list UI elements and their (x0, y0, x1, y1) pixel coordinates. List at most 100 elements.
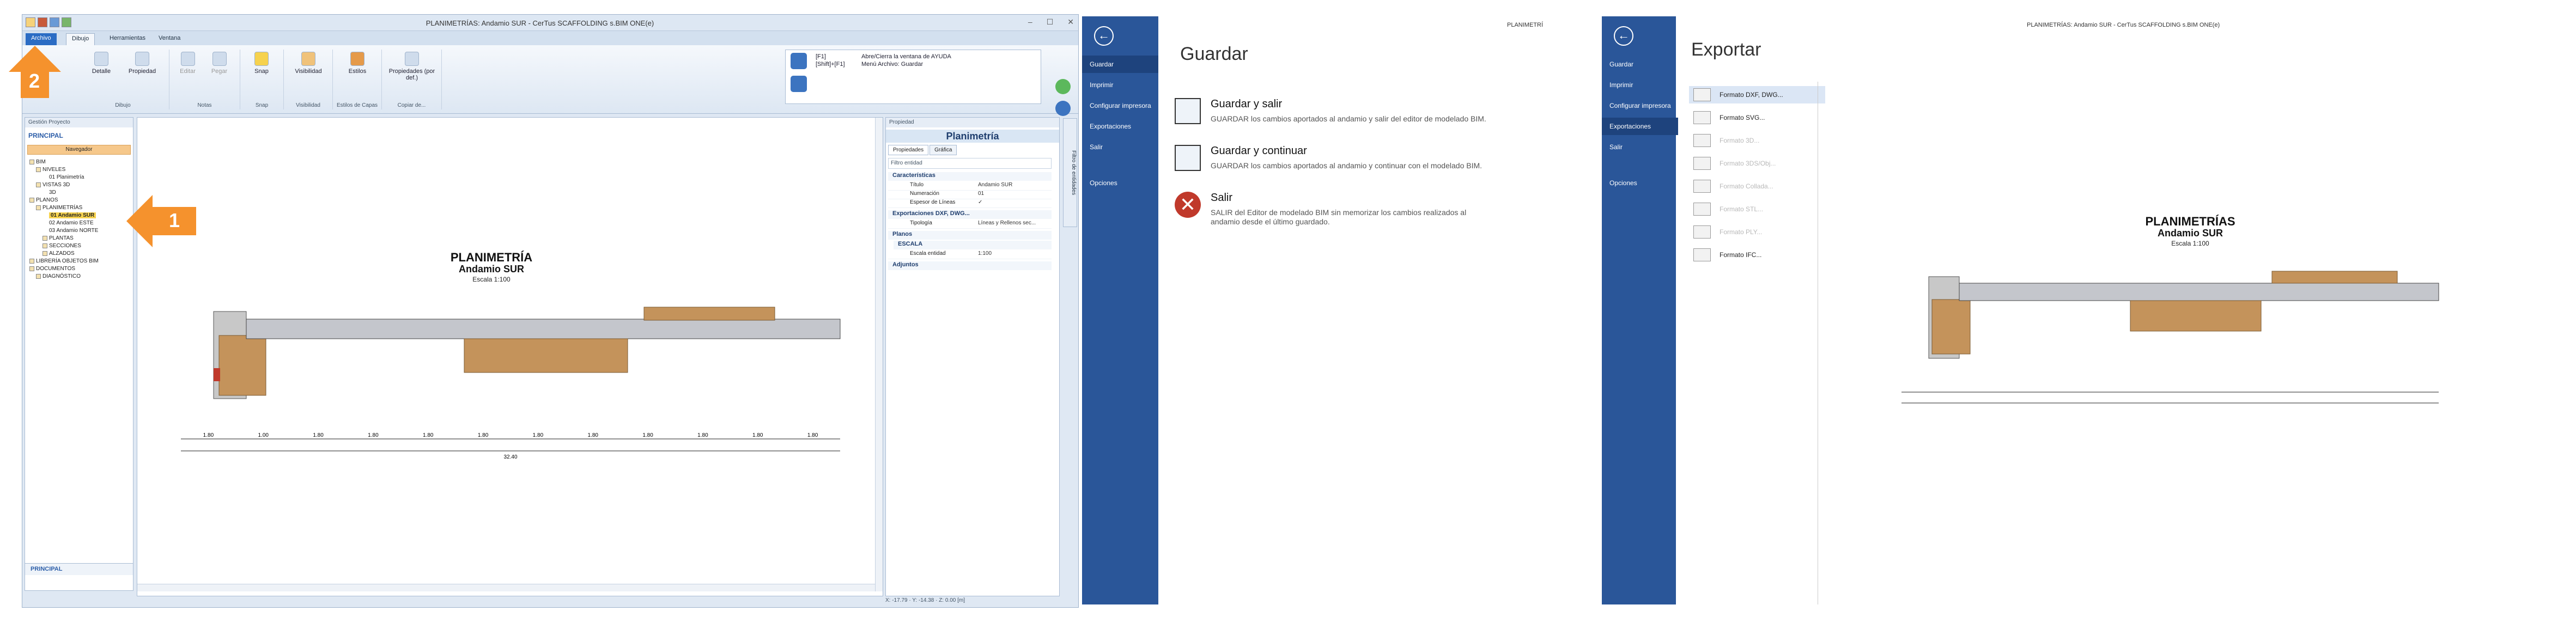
minimize-icon[interactable]: – (1028, 17, 1032, 27)
nav-imprimir[interactable]: Imprimir (1602, 76, 1678, 94)
drawing-canvas[interactable]: PLANIMETRÍA Andamio SUR Escala 1:100 1.8… (137, 117, 883, 596)
prop-row[interactable]: Título Andamio SUR (888, 182, 1052, 191)
filter-side-tab[interactable]: Filtro de entidades (1063, 118, 1077, 227)
format-collada: Formato Collada... (1689, 178, 1825, 195)
section-planos[interactable]: Planos (888, 231, 1052, 240)
nav-guardar[interactable]: Guardar (1082, 56, 1158, 73)
tree-item[interactable]: DOCUMENTOS (29, 266, 75, 272)
horizontal-scrollbar[interactable] (137, 584, 875, 591)
propiedad-button[interactable]: Propiedad (120, 52, 164, 75)
prop-row[interactable]: Numeración 01 (888, 191, 1052, 199)
navigator-button[interactable]: Navegador (27, 145, 131, 155)
nav-configurar-impresora[interactable]: Configurar impresora (1082, 97, 1158, 114)
section-escala[interactable]: ESCALA (894, 241, 1052, 249)
backstage-sidebar: ← Guardar Imprimir Configurar impresora … (1602, 16, 1678, 604)
guardar-y-continuar-option[interactable]: Guardar y continuar GUARDAR los cambios … (1175, 145, 1502, 178)
guardar-y-salir-option[interactable]: Guardar y salir GUARDAR los cambios apor… (1175, 98, 1502, 131)
save-backstage: ← Guardar Imprimir Configurar impresora … (1082, 16, 1589, 604)
tree-item[interactable]: 02 Andamio ESTE (49, 220, 94, 226)
entity-filter-input[interactable]: Filtro entidad (888, 158, 1052, 169)
menu-help-icon[interactable] (791, 76, 807, 92)
section-adjuntos[interactable]: Adjuntos (888, 261, 1052, 270)
open-icon[interactable] (26, 17, 35, 27)
tree-item[interactable]: VISTAS 3D (36, 182, 70, 188)
salir-option[interactable]: ✕ Salir SALIR del Editor de modelado BIM… (1175, 192, 1502, 235)
tree-item[interactable]: PLANTAS (42, 235, 74, 241)
scaffold-drawing: 1.80 1.00 1.80 1.80 1.80 1.80 1.80 1.80 1.80 1.80… (181, 307, 841, 460)
format-dxf-dwg[interactable]: Formato DXF, DWG... (1689, 86, 1825, 103)
preview-scale: Escala 1:100 (2171, 240, 2209, 247)
tree-item[interactable]: LIBRERÍA OBJETOS BIM (29, 258, 99, 264)
back-arrow-icon[interactable]: ← (1614, 26, 1633, 46)
tree-item[interactable]: 03 Andamio NORTE (49, 228, 98, 234)
editar-button[interactable]: Editar (173, 52, 203, 75)
principal-tab[interactable]: PRINCIPAL (25, 563, 133, 575)
visibilidad-button[interactable]: Visibilidad (287, 52, 330, 75)
dimension-label: 1.80 (697, 432, 708, 438)
red-marker (214, 368, 220, 381)
vertical-scrollbar[interactable] (875, 118, 883, 591)
prop-row[interactable]: Escala entidad 1:100 (888, 251, 1052, 259)
tree-item[interactable]: PLANOS (29, 197, 58, 203)
pegar-button[interactable]: Pegar (204, 52, 234, 75)
format-ifc[interactable]: Formato IFC... (1689, 246, 1825, 264)
wood-deck-upper (643, 307, 775, 321)
tree-item[interactable]: BIM (29, 159, 46, 165)
format-3d: Formato 3D... (1689, 132, 1825, 149)
section-caracteristicas[interactable]: Características (888, 172, 1052, 181)
nav-guardar[interactable]: Guardar (1602, 56, 1678, 73)
nav-imprimir[interactable]: Imprimir (1082, 76, 1158, 94)
tab-propiedades[interactable]: Propiedades (888, 145, 929, 155)
styles-icon (350, 52, 364, 66)
3ds-icon (1693, 157, 1711, 170)
menu-herramientas[interactable]: Herramientas (104, 33, 151, 45)
tree-item[interactable]: ALZADOS (42, 251, 75, 256)
dxf-icon (1693, 88, 1711, 101)
walkway (246, 319, 841, 339)
close-icon[interactable]: ✕ (1067, 17, 1074, 27)
section-exportaciones[interactable]: Exportaciones DXF, DWG... (888, 210, 1052, 219)
snap-button[interactable]: Snap (244, 52, 280, 75)
maximize-icon[interactable]: ☐ (1047, 17, 1054, 27)
save-icon[interactable] (38, 17, 47, 27)
tree-item[interactable]: SECCIONES (42, 243, 81, 249)
help-icon[interactable] (791, 53, 807, 69)
nav-configurar-impresora[interactable]: Configurar impresora (1602, 97, 1678, 114)
estilos-button[interactable]: Estilos (336, 52, 379, 75)
validate-icon[interactable] (1055, 79, 1071, 94)
visibility-icon (301, 52, 315, 66)
close-icon: ✕ (1175, 192, 1201, 218)
tree-item[interactable]: 01 Planimetría (49, 174, 84, 180)
window-title: PLANIMETRÍAS: Andamio SUR - CerTus SCAFF… (426, 19, 654, 27)
tab-grafica[interactable]: Gráfica (929, 145, 957, 155)
edit-icon (180, 52, 195, 66)
nav-salir[interactable]: Salir (1602, 138, 1678, 156)
nav-opciones[interactable]: Opciones (1602, 174, 1678, 192)
help-text: Abre/Cierra la ventana de AYUDA Menú Arch… (861, 53, 951, 68)
dimension-ticks: 1.80 1.00 1.80 1.80 1.80 1.80 1.80 1.80 1.80 1.80… (203, 432, 818, 460)
tree-item[interactable]: NIVELES (36, 167, 65, 173)
propiedades-defecto-button[interactable]: Propiedades (por def.) (385, 52, 439, 81)
save-continue-icon (1175, 145, 1201, 171)
question-icon[interactable] (1055, 101, 1071, 116)
nav-exportaciones[interactable]: Exportaciones (1602, 118, 1678, 135)
prop-row[interactable]: Espesor de Líneas ✓ (888, 199, 1052, 208)
prop-row[interactable]: Tipología Líneas y Rellenos sec... (888, 220, 1052, 229)
print-icon[interactable] (50, 17, 59, 27)
nav-exportaciones[interactable]: Exportaciones (1082, 118, 1158, 135)
nav-salir[interactable]: Salir (1082, 138, 1158, 156)
undo-icon[interactable] (62, 17, 71, 27)
principal-label: PRINCIPAL (28, 132, 63, 139)
quick-access-toolbar (26, 17, 71, 27)
nav-opciones[interactable]: Opciones (1082, 174, 1158, 192)
menu-dibujo[interactable]: Dibujo (66, 33, 95, 45)
detalle-button[interactable]: Detalle (82, 52, 120, 75)
tree-item[interactable]: 3D (49, 190, 56, 196)
menu-ventana[interactable]: Ventana (153, 33, 186, 45)
tree-item[interactable]: PLANIMETRÍAS (36, 205, 82, 211)
tree-item-selected[interactable]: 01 Andamio SUR (49, 212, 96, 218)
tree-item[interactable]: DIAGNÓSTICO (36, 273, 81, 279)
back-arrow-icon[interactable]: ← (1094, 26, 1114, 46)
menu-archivo[interactable]: Archivo (26, 33, 57, 45)
format-svg[interactable]: Formato SVG... (1689, 109, 1825, 126)
